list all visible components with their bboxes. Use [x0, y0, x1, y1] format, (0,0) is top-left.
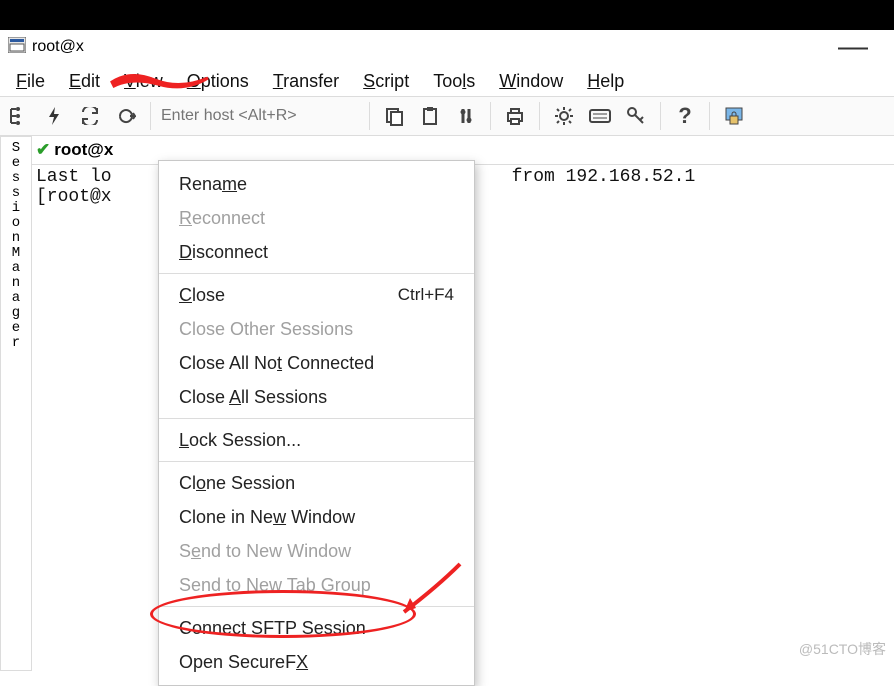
menu-transfer[interactable]: Transfer — [273, 71, 339, 92]
window-top-border — [0, 0, 894, 30]
help-icon[interactable]: ? — [671, 102, 699, 130]
char: S — [12, 141, 20, 156]
redaction-scribble — [110, 72, 210, 92]
menu-sep — [159, 461, 474, 462]
char: s — [12, 186, 20, 201]
menu-window[interactable]: Window — [499, 71, 563, 92]
disconnect-icon[interactable] — [112, 102, 140, 130]
menu-send-window[interactable]: Send to New Window — [159, 534, 474, 568]
menu-sep — [159, 606, 474, 607]
menu-help[interactable]: Help — [587, 71, 624, 92]
keyboard-icon[interactable] — [586, 102, 614, 130]
minimize-button[interactable]: — — [838, 32, 886, 62]
char: a — [12, 291, 20, 306]
session-manager-sidebar[interactable]: S e s s i o n M a n a g e r — [0, 136, 32, 671]
host-input[interactable] — [157, 102, 363, 130]
menu-close[interactable]: CloseCtrl+F4 — [159, 278, 474, 312]
title-bar: root@x — — [0, 30, 894, 64]
char: e — [12, 321, 20, 336]
key-icon[interactable] — [622, 102, 650, 130]
menu-disconnect[interactable]: Disconnect — [159, 235, 474, 269]
gear-icon[interactable] — [550, 102, 578, 130]
menu-sftp[interactable]: Connect SFTP Session — [159, 611, 474, 645]
char: r — [12, 336, 20, 351]
reconnect-icon[interactable] — [76, 102, 104, 130]
menu-tools[interactable]: Tools — [433, 71, 475, 92]
paste-icon[interactable] — [416, 102, 444, 130]
char: g — [12, 306, 20, 321]
app-icon — [8, 37, 26, 58]
bolt-icon[interactable] — [40, 102, 68, 130]
menu-close-all[interactable]: Close All Sessions — [159, 380, 474, 414]
menu-rename[interactable]: Rename — [159, 167, 474, 201]
copy-icon[interactable] — [380, 102, 408, 130]
menu-script[interactable]: Script — [363, 71, 409, 92]
char: e — [12, 156, 20, 171]
menu-securefx[interactable]: Open SecureFX — [159, 645, 474, 679]
char: o — [12, 216, 20, 231]
char: i — [12, 201, 20, 216]
window-title: root@x — [32, 38, 84, 56]
menu-lock[interactable]: Lock Session... — [159, 423, 474, 457]
toolbar-separator — [369, 102, 370, 130]
print-icon[interactable] — [501, 102, 529, 130]
menu-close-other[interactable]: Close Other Sessions — [159, 312, 474, 346]
menu-file[interactable]: File — [16, 71, 45, 92]
toolbar-separator — [660, 102, 661, 130]
menu-clone[interactable]: Clone Session — [159, 466, 474, 500]
char: n — [12, 231, 20, 246]
menu-close-not-connected[interactable]: Close All Not Connected — [159, 346, 474, 380]
watermark-text: @51CTO博客 — [799, 639, 886, 659]
toolbar-separator — [539, 102, 540, 130]
connected-check-icon: ✔ — [36, 140, 50, 160]
lock-icon[interactable] — [720, 102, 748, 130]
menu-send-tabgroup[interactable]: Send to New Tab Group — [159, 568, 474, 602]
char: s — [12, 171, 20, 186]
tab-label: root@x — [54, 140, 113, 160]
tree-icon[interactable] — [4, 102, 32, 130]
toolbar-separator — [490, 102, 491, 130]
menu-clone-window[interactable]: Clone in New Window — [159, 500, 474, 534]
char: M — [12, 246, 20, 261]
session-tab[interactable]: ✔ root@x — [36, 140, 113, 160]
char: a — [12, 261, 20, 276]
toolbar: ? — [0, 96, 894, 136]
char: n — [12, 276, 20, 291]
tab-context-menu: Rename Reconnect Disconnect CloseCtrl+F4… — [158, 160, 475, 686]
menu-reconnect[interactable]: Reconnect — [159, 201, 474, 235]
toolbar-separator — [709, 102, 710, 130]
find-icon[interactable] — [452, 102, 480, 130]
toolbar-separator — [150, 102, 151, 130]
menu-sep — [159, 418, 474, 419]
menu-sep — [159, 273, 474, 274]
menu-edit[interactable]: Edit — [69, 71, 100, 92]
